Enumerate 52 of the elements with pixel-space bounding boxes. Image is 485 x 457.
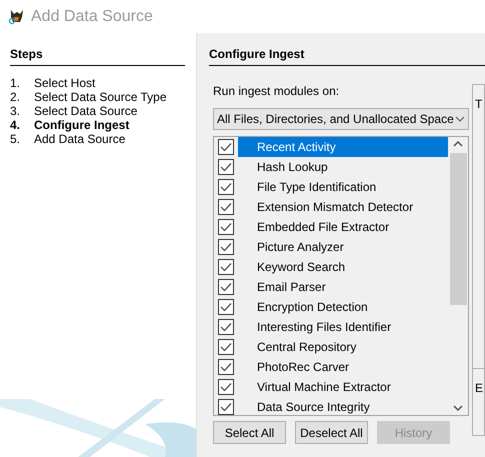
step-number: 5. (10, 131, 22, 148)
module-item[interactable]: File Type Identification (238, 177, 448, 197)
panel-label: T (475, 97, 482, 111)
step-label: Select Data Source Type (34, 89, 167, 106)
module-item[interactable]: Virtual Machine Extractor (238, 377, 448, 397)
step-number: 2. (10, 89, 22, 106)
step-number: 3. (10, 103, 22, 120)
checkbox[interactable] (218, 399, 234, 415)
checkbox[interactable] (218, 239, 234, 255)
module-item[interactable]: Email Parser (238, 277, 448, 297)
step-label: Add Data Source (34, 132, 126, 148)
scroll-thumb[interactable] (450, 153, 466, 305)
checkbox[interactable] (218, 159, 234, 175)
steps-heading: Steps (10, 45, 185, 66)
checkbox[interactable] (218, 379, 234, 395)
checkbox[interactable] (218, 279, 234, 295)
action-button[interactable]: Deselect All (295, 421, 368, 444)
module-item[interactable]: Central Repository (238, 337, 448, 357)
step-label: Select Data Source (34, 103, 138, 120)
chevron-down-icon[interactable] (453, 405, 463, 411)
dog-logo-icon (8, 8, 25, 25)
checkbox[interactable] (218, 299, 234, 315)
step-label: Configure Ingest (34, 117, 130, 134)
checkbox[interactable] (218, 359, 234, 375)
module-item[interactable]: Encryption Detection (238, 297, 448, 317)
checkbox[interactable] (218, 199, 234, 215)
checkbox[interactable] (218, 339, 234, 355)
checkbox[interactable] (218, 259, 234, 275)
module-item[interactable]: Picture Analyzer (238, 237, 448, 257)
run-modules-label: Run ingest modules on: (213, 83, 340, 100)
checkbox[interactable] (218, 319, 234, 335)
module-item[interactable]: Data Source Integrity (238, 397, 448, 415)
panel-label: E (475, 381, 484, 395)
module-item[interactable]: Recent Activity (238, 137, 448, 157)
checkbox[interactable] (218, 179, 234, 195)
action-button[interactable]: Select All (213, 421, 286, 444)
section-heading: Configure Ingest (209, 45, 485, 66)
module-item[interactable]: Embedded File Extractor (238, 217, 448, 237)
scope-dropdown[interactable]: All Files, Directories, and Unallocated Space (213, 108, 469, 130)
module-item[interactable]: Hash Lookup (238, 157, 448, 177)
step-number: 1. (10, 75, 22, 92)
module-item[interactable]: Keyword Search (238, 257, 448, 277)
module-item[interactable]: Extension Mismatch Detector (238, 197, 448, 217)
checkbox[interactable] (218, 219, 234, 235)
module-item[interactable]: PhotoRec Carver (238, 357, 448, 377)
step-number: 4. (10, 117, 22, 134)
module-item[interactable]: Interesting Files Identifier (238, 317, 448, 337)
checkbox[interactable] (218, 139, 234, 155)
chevron-down-icon (455, 116, 465, 122)
chevron-up-icon[interactable] (453, 141, 463, 147)
window-title: Add Data Source (31, 6, 153, 26)
step-label: Select Host (34, 75, 96, 92)
